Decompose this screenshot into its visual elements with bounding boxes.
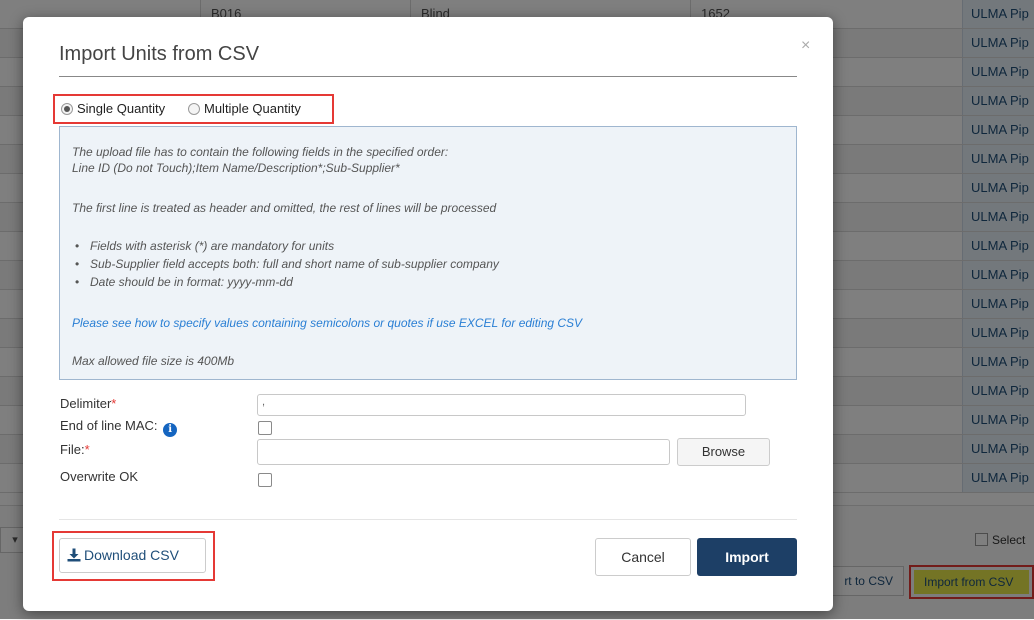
delimiter-label: Delimiter* xyxy=(60,396,116,411)
end-of-line-mac-label-text: End of line MAC: xyxy=(60,418,158,433)
close-icon[interactable]: × xyxy=(801,37,810,55)
footer-divider xyxy=(59,519,797,520)
download-csv-button[interactable]: Download CSV xyxy=(59,538,206,573)
import-units-modal: Import Units from CSV × Single Quantity … xyxy=(23,17,833,611)
instructions-fields: Line ID (Do not Touch);Item Name/Descrip… xyxy=(72,161,400,175)
multiple-quantity-radio[interactable] xyxy=(188,103,200,115)
download-icon xyxy=(67,548,81,562)
instructions-bullet: Sub-Supplier field accepts both: full an… xyxy=(75,257,499,271)
file-label: File:* xyxy=(60,442,90,457)
instructions-bullet: Fields with asterisk (*) are mandatory f… xyxy=(75,239,334,253)
delimiter-label-text: Delimiter xyxy=(60,396,112,411)
end-of-line-mac-label: End of line MAC: i xyxy=(60,418,178,437)
excel-help-link[interactable]: Please see how to specify values contain… xyxy=(72,316,582,330)
overwrite-ok-label: Overwrite OK xyxy=(60,469,139,484)
delimiter-input[interactable]: , xyxy=(257,394,746,416)
instructions-panel: The upload file has to contain the follo… xyxy=(59,126,797,380)
cancel-button[interactable]: Cancel xyxy=(595,538,691,576)
single-quantity-radio[interactable] xyxy=(61,103,73,115)
end-of-line-mac-checkbox[interactable] xyxy=(258,421,272,435)
import-button[interactable]: Import xyxy=(697,538,797,576)
download-csv-label: Download CSV xyxy=(84,547,179,563)
instructions-bullet: Date should be in format: yyyy-mm-dd xyxy=(75,275,293,289)
file-path-input[interactable] xyxy=(257,439,670,465)
required-marker: * xyxy=(84,442,90,457)
info-icon[interactable]: i xyxy=(163,423,178,437)
download-csv-highlight: Download CSV xyxy=(52,531,215,581)
quantity-mode-group: Single Quantity Multiple Quantity xyxy=(53,94,334,124)
max-size-note: Max allowed file size is 400Mb xyxy=(72,354,235,368)
overwrite-ok-checkbox[interactable] xyxy=(258,473,272,487)
instructions-line: The upload file has to contain the follo… xyxy=(72,145,449,159)
browse-button[interactable]: Browse xyxy=(677,438,770,466)
single-quantity-label[interactable]: Single Quantity xyxy=(77,101,165,116)
multiple-quantity-label[interactable]: Multiple Quantity xyxy=(204,101,301,116)
modal-title: Import Units from CSV xyxy=(59,43,260,65)
required-marker: * xyxy=(111,396,117,411)
file-label-text: File: xyxy=(60,442,85,457)
instructions-header-note: The first line is treated as header and … xyxy=(72,201,497,215)
title-divider xyxy=(59,76,797,77)
